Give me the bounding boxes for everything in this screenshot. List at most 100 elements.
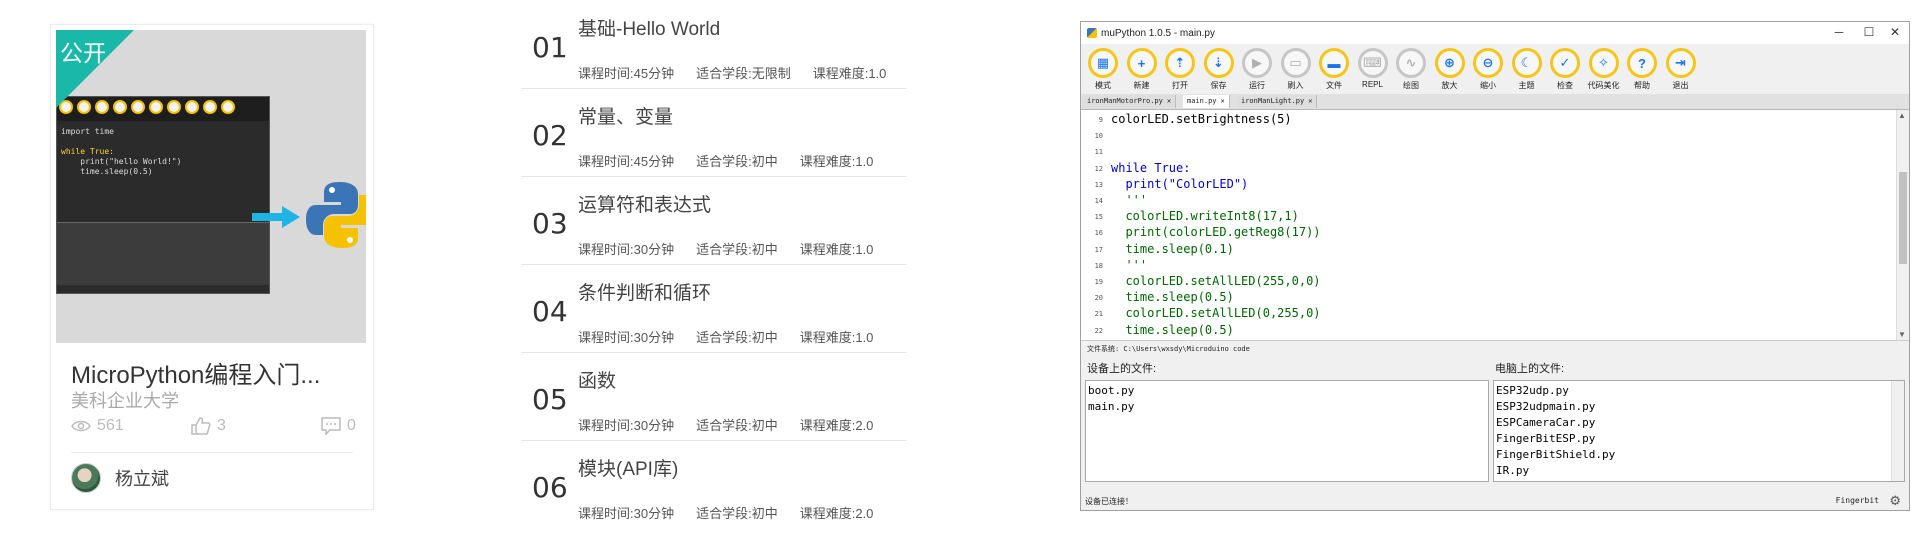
lesson-item[interactable]: 03 运算符和表达式 课程时间:30分钟 适合学段:初中 课程难度:1.0 — [522, 176, 907, 265]
zoom-in-icon: ⊕ — [1444, 55, 1455, 70]
code-line[interactable]: 16 print(colorLED.getReg8(17)) — [1081, 225, 1897, 241]
lesson-item[interactable]: 06 模块(API库) 课程时间:30分钟 适合学段:初中 课程难度:2.0 — [522, 440, 907, 528]
line-number: 12 — [1094, 164, 1103, 173]
toolbar-button-4[interactable]: ⇣ 保存 — [1201, 48, 1237, 91]
lesson-difficulty: 课程难度:1.0 — [799, 154, 874, 169]
code-line[interactable]: 21 colorLED.setAllLED(0,255,0) — [1081, 306, 1897, 322]
code-line[interactable]: 14 ''' — [1081, 193, 1897, 209]
thumbs-up-icon[interactable] — [191, 417, 211, 435]
device-files-list[interactable]: boot.py main.py — [1085, 380, 1489, 482]
window-title: muPython 1.0.5 - main.py — [1101, 28, 1215, 39]
close-icon[interactable]: ✕ — [1167, 97, 1171, 105]
course-title[interactable]: MicroPython编程入门... — [71, 355, 320, 390]
lesson-title[interactable]: 模块(API库) — [578, 454, 678, 481]
toolbar-button-8[interactable]: ⌨ REPL — [1355, 48, 1391, 89]
pc-files-list[interactable]: ESP32udp.py ESP32udpmain.py ESPCameraCar.p… — [1493, 380, 1905, 482]
course-author[interactable]: 杨立斌 — [71, 463, 169, 493]
code-line[interactable]: 19 colorLED.setAllLED(255,0,0) — [1081, 274, 1897, 290]
line-number: 16 — [1094, 229, 1103, 238]
code-line[interactable]: 12 while True: — [1081, 161, 1897, 177]
tab-main[interactable]: main.py ✕ — [1183, 95, 1230, 108]
avatar[interactable] — [71, 463, 101, 493]
pc-file-item[interactable]: FingerBitESP.py — [1496, 431, 1902, 447]
toolbar-button-11[interactable]: ⊖ 缩小 — [1470, 48, 1506, 91]
tab-ironmanlight[interactable]: ironManLight.py ✕ — [1237, 95, 1318, 108]
pc-files-scrollbar[interactable] — [1891, 381, 1904, 481]
mupython-window: muPython 1.0.5 - main.py ─ ☐ ✕ ▦ 模式 + 新建 ⇡ 打开… — [1080, 21, 1910, 511]
lesson-title[interactable]: 常量、变量 — [578, 102, 673, 129]
lesson-time: 课程时间:30分钟 — [578, 506, 675, 521]
lesson-time: 课程时间:45分钟 — [578, 154, 675, 169]
author-name[interactable]: 杨立斌 — [115, 465, 169, 491]
course-organization[interactable]: 美科企业大学 — [71, 387, 179, 413]
mode-indicator[interactable]: Fingerbit — [1836, 496, 1879, 505]
device-file-item[interactable]: boot.py — [1088, 383, 1486, 399]
toolbar-button-7[interactable]: ▬ 文件 — [1316, 48, 1352, 91]
pc-file-item[interactable]: ESP32udpmain.py — [1496, 399, 1902, 415]
toolbar-button-2[interactable]: + 新建 — [1124, 48, 1160, 91]
code-line[interactable]: 11 — [1081, 144, 1897, 160]
magic-wand-icon: ✧ — [1598, 55, 1609, 70]
code-text: time.sleep(0.5) — [1111, 290, 1234, 305]
public-badge: 公开 — [60, 41, 106, 67]
toolbar-button-3[interactable]: ⇡ 打开 — [1162, 48, 1198, 91]
close-button[interactable]: ✕ — [1885, 25, 1905, 39]
code-editor[interactable]: 9 colorLED.setBrightness(5) 10 11 12 while Tr… — [1081, 110, 1897, 340]
code-line[interactable]: 15 colorLED.writeInt8(17,1) — [1081, 209, 1897, 225]
lesson-item[interactable]: 04 条件判断和循环 课程时间:30分钟 适合学段:初中 课程难度:1.0 — [522, 264, 907, 353]
window-titlebar[interactable]: muPython 1.0.5 - main.py ─ ☐ ✕ — [1081, 22, 1909, 44]
toolbar-button-10[interactable]: ⊕ 放大 — [1432, 48, 1468, 91]
code-line[interactable]: 13 print("ColorLED") — [1081, 177, 1897, 193]
editor-scrollbar[interactable]: ▲ ▼ — [1896, 110, 1909, 340]
code-line[interactable]: 20 time.sleep(0.5) — [1081, 290, 1897, 306]
scroll-up-icon[interactable]: ▲ — [1898, 111, 1906, 120]
code-line[interactable]: 10 — [1081, 128, 1897, 144]
lesson-title[interactable]: 基础-Hello World — [578, 14, 720, 41]
code-line[interactable]: 17 time.sleep(0.1) — [1081, 242, 1897, 258]
lesson-item[interactable]: 01 基础-Hello World 课程时间:45分钟 适合学段:无限制 课程难度:… — [522, 0, 907, 89]
toolbar-button-9[interactable]: ∿ 绘图 — [1393, 48, 1429, 91]
toolbar-button-5[interactable]: ▶ 运行 — [1239, 48, 1275, 91]
lesson-title[interactable]: 函数 — [578, 366, 616, 393]
minimize-button[interactable]: ─ — [1829, 25, 1849, 39]
code-line[interactable]: 18 ''' — [1081, 258, 1897, 274]
course-card[interactable]: import time while True: print("hello Worl… — [50, 24, 374, 510]
pc-file-item[interactable]: FingerBitShield.py — [1496, 447, 1902, 463]
close-icon[interactable]: ✕ — [1308, 97, 1312, 105]
toolbar-button-15[interactable]: ? 帮助 — [1624, 48, 1660, 91]
lesson-number: 05 — [532, 383, 568, 416]
toolbar-button-label: 放大 — [1441, 81, 1458, 90]
code-line[interactable]: 9 colorLED.setBrightness(5) — [1081, 112, 1897, 128]
pc-file-item[interactable]: IR.py — [1496, 463, 1902, 479]
maximize-button[interactable]: ☐ — [1859, 25, 1879, 39]
lesson-title[interactable]: 运算符和表达式 — [578, 190, 711, 217]
scroll-down-icon[interactable]: ▼ — [1898, 330, 1906, 339]
code-line[interactable]: 22 time.sleep(0.5) — [1081, 323, 1897, 339]
tab-ironmanmotorpro[interactable]: ironManMotorPro.py ✕ — [1083, 95, 1177, 108]
scrollbar-thumb[interactable] — [1899, 172, 1907, 264]
lesson-item[interactable]: 05 函数 课程时间:30分钟 适合学段:初中 课程难度:2.0 — [522, 352, 907, 441]
pc-file-item[interactable]: ESP32udp.py — [1496, 383, 1902, 399]
comments-stat[interactable]: 0 — [321, 417, 356, 435]
toolbar-button-12[interactable]: ☾ 主题 — [1509, 48, 1545, 91]
keyboard-icon: ⌨ — [1363, 55, 1382, 70]
lesson-item[interactable]: 02 常量、变量 课程时间:45分钟 适合学段:初中 课程难度:1.0 — [522, 88, 907, 177]
flash-icon: ▭ — [1289, 55, 1302, 70]
device-file-item[interactable]: main.py — [1088, 399, 1486, 415]
toolbar-button-13[interactable]: ✓ 检查 — [1547, 48, 1583, 91]
course-thumbnail[interactable]: import time while True: print("hello Worl… — [56, 30, 366, 343]
code-text: while True: — [1111, 160, 1191, 175]
toolbar-button-1[interactable]: ▦ 模式 — [1085, 48, 1121, 91]
pc-file-item[interactable]: ESPCameraCar.py — [1496, 415, 1902, 431]
comment-icon[interactable] — [321, 417, 341, 435]
gear-icon[interactable]: ⚙ — [1889, 493, 1901, 509]
line-number: 21 — [1094, 310, 1103, 319]
toolbar-button-16[interactable]: ⇥ 退出 — [1663, 48, 1699, 91]
toolbar-button-6[interactable]: ▭ 刷入 — [1278, 48, 1314, 91]
lesson-meta: 课程时间:45分钟 适合学段:无限制 课程难度:1.0 — [578, 63, 908, 82]
toolbar-button-14[interactable]: ✧ 代码美化 — [1586, 48, 1622, 91]
download-icon: ⇣ — [1213, 55, 1224, 70]
lesson-title[interactable]: 条件判断和循环 — [578, 278, 711, 305]
close-icon[interactable]: ✕ — [1221, 97, 1225, 105]
likes-stat[interactable]: 3 — [191, 417, 226, 435]
